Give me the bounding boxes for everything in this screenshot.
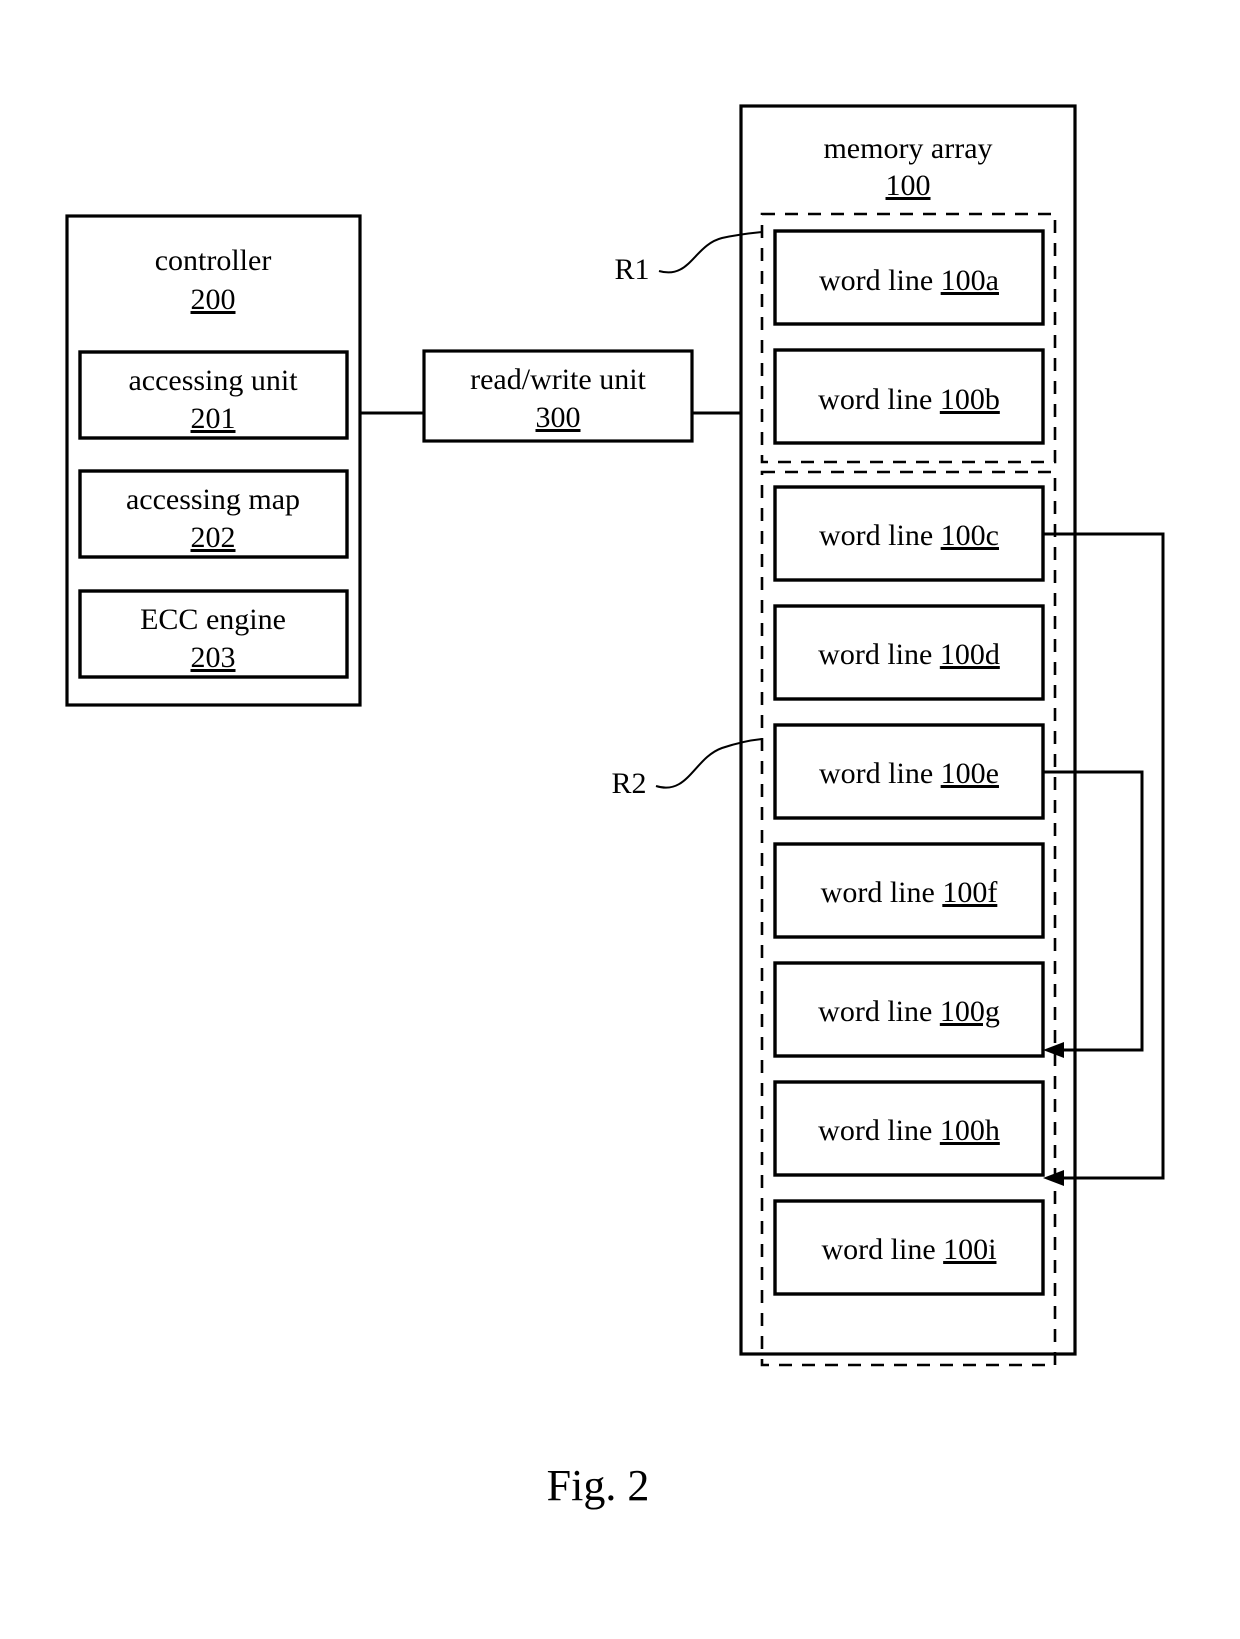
ecc-engine-ref: 203 [191,641,236,674]
figure-root: controller 200 accessing unit 201 access… [0,0,1240,1639]
word-line-100h-label: word line 100h [818,1114,1000,1147]
region-r1-label: R1 [614,253,649,286]
word-line-100f-text: word line [821,876,935,909]
word-line-100e-text: word line [819,757,933,790]
word-line-100d-text: word line [818,638,932,671]
word-line-100a-ref: 100a [941,264,999,297]
word-line-100a[interactable]: word line 100a [773,229,1045,326]
figure-caption: Fig. 2 [547,1461,650,1510]
word-line-100f-label: word line 100f [821,876,998,909]
word-line-100c-ref: 100c [941,519,999,552]
accessing-map-block[interactable]: accessing map 202 [78,469,349,559]
accessing-unit-title: accessing unit [128,364,298,397]
word-line-100c-label: word line 100c [819,519,999,552]
word-line-100f[interactable]: word line 100f [773,842,1045,939]
accessing-unit-block[interactable]: accessing unit 201 [78,350,349,440]
word-line-100e-ref: 100e [941,757,999,790]
word-line-100g[interactable]: word line 100g [773,961,1045,1058]
word-line-100i[interactable]: word line 100i [773,1199,1045,1296]
region-r2-label: R2 [611,767,646,800]
controller-title: controller [155,244,272,277]
controller-block[interactable]: controller 200 accessing unit 201 access… [65,214,362,707]
word-line-100e-label: word line 100e [819,757,999,790]
memory-array-ref: 100 [886,169,931,202]
word-line-100c[interactable]: word line 100c [773,485,1045,582]
word-line-100b-text: word line [818,383,932,416]
ecc-engine-title: ECC engine [140,603,286,636]
word-line-100i-label: word line 100i [822,1233,997,1266]
patent-figure-diagram: controller 200 accessing unit 201 access… [65,104,1165,1510]
word-line-100i-ref: 100i [943,1233,996,1266]
read-write-unit-title: read/write unit [470,363,646,396]
read-write-unit-block[interactable]: read/write unit 300 [422,349,694,443]
word-line-100i-text: word line [822,1233,936,1266]
word-line-100d-ref: 100d [940,638,1000,671]
word-line-100h-ref: 100h [940,1114,1000,1147]
word-line-100a-text: word line [819,264,933,297]
word-line-100g-text: word line [818,995,932,1028]
word-line-100b-ref: 100b [940,383,1000,416]
word-line-100c-text: word line [819,519,933,552]
memory-array-title: memory array [823,132,992,165]
word-line-100g-label: word line 100g [818,995,1000,1028]
accessing-map-title: accessing map [126,483,300,516]
word-line-100a-label: word line 100a [819,264,999,297]
word-line-100e[interactable]: word line 100e [773,723,1045,820]
word-line-100b-label: word line 100b [818,383,1000,416]
word-line-100h[interactable]: word line 100h [773,1080,1045,1177]
word-line-100h-text: word line [818,1114,932,1147]
word-line-100b[interactable]: word line 100b [773,348,1045,445]
controller-ref: 200 [191,283,236,316]
ecc-engine-block[interactable]: ECC engine 203 [78,589,349,679]
word-line-100g-ref: 100g [940,995,1000,1028]
memory-array-block[interactable]: memory array 100 word line 100a word lin… [739,104,1077,1367]
accessing-map-ref: 202 [191,521,236,554]
word-line-100d[interactable]: word line 100d [773,604,1045,701]
read-write-unit-ref: 300 [536,401,581,434]
accessing-unit-ref: 201 [191,402,236,435]
word-line-100f-ref: 100f [942,876,997,909]
word-line-100d-label: word line 100d [818,638,1000,671]
